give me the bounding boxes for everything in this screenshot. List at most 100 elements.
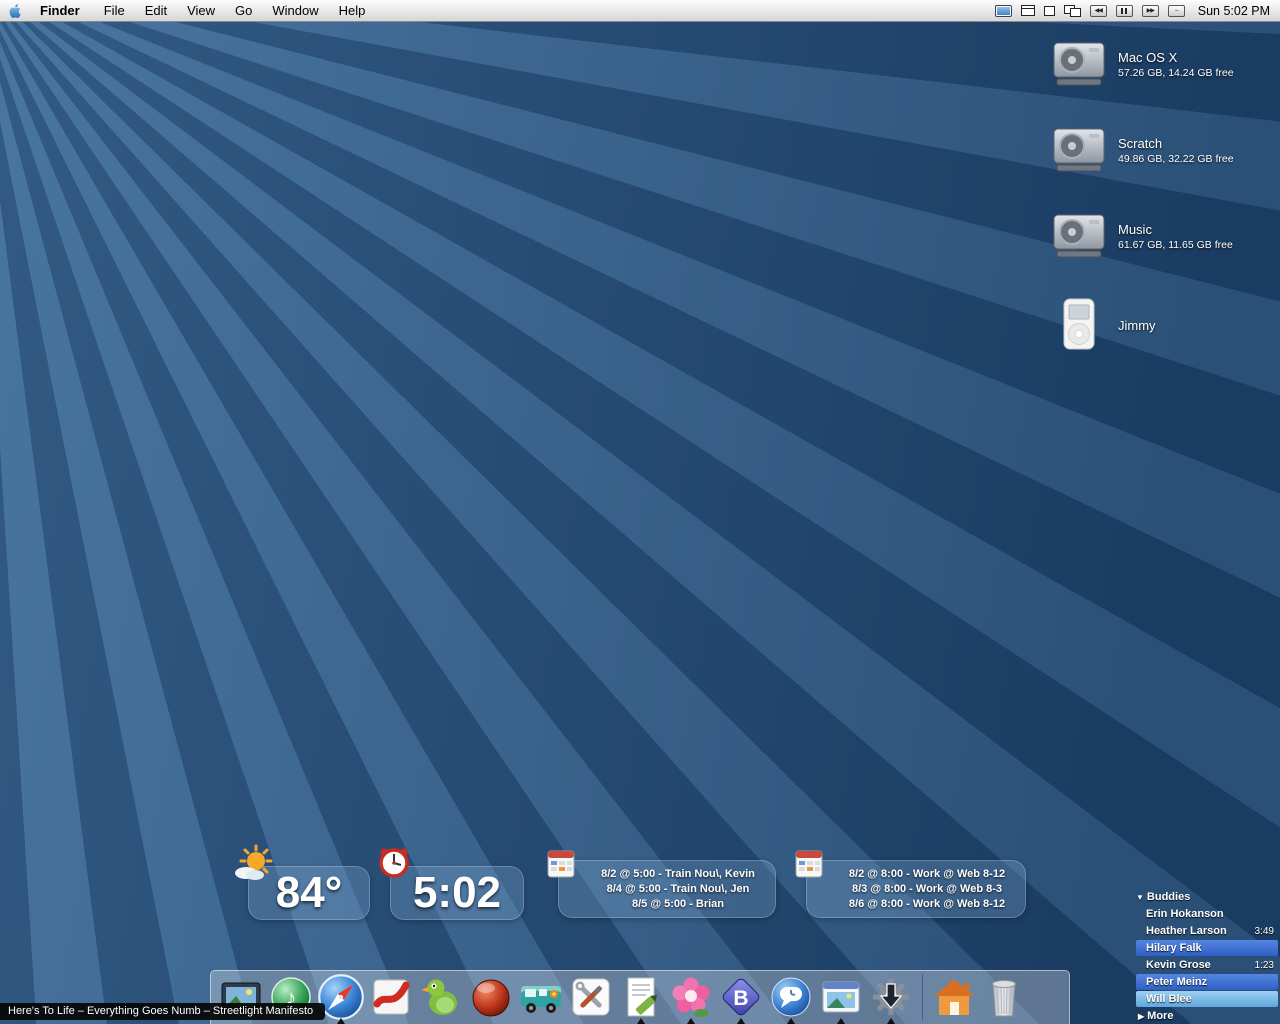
alarm-clock-icon xyxy=(376,844,412,885)
dock-separator xyxy=(922,974,923,1020)
dock: ♪ xyxy=(210,970,1070,1024)
media-pause-button[interactable] xyxy=(1116,5,1133,17)
calendar-widget-2[interactable]: 8/2 @ 8:00 - Work @ Web 8-12 8/3 @ 8:00 … xyxy=(806,860,1026,918)
menu-item-go[interactable]: Go xyxy=(225,0,262,21)
menu-item-help[interactable]: Help xyxy=(329,0,376,21)
media-next-button[interactable]: ▶▶ xyxy=(1142,5,1159,17)
buddy-row[interactable]: Peter Meinz xyxy=(1136,974,1278,990)
svg-text:B: B xyxy=(733,987,748,1010)
red-sphere-app-icon xyxy=(468,974,514,1020)
dock-item-van[interactable] xyxy=(516,972,566,1022)
dock-item-trash[interactable] xyxy=(979,972,1029,1022)
flower-app-icon xyxy=(668,974,714,1020)
menu-item-view[interactable]: View xyxy=(177,0,225,21)
menu-bar-clock[interactable]: Sun 5:02 PM xyxy=(1194,4,1270,18)
menu-item-window[interactable]: Window xyxy=(262,0,328,21)
calendar-event: 8/4 @ 5:00 - Train Nou\, Jen xyxy=(586,882,770,897)
running-indicator xyxy=(887,1018,895,1024)
apple-menu[interactable] xyxy=(0,3,30,19)
desktop-icon-scratch[interactable]: Scratch 49.86 GB, 32.22 GB free xyxy=(1050,126,1276,174)
volume-info: 49.86 GB, 32.22 GB free xyxy=(1118,153,1234,165)
desktop-icon-jimmy[interactable]: Jimmy xyxy=(1050,296,1276,354)
calendar-widget-1[interactable]: 8/2 @ 5:00 - Train Nou\, Kevin 8/4 @ 5:0… xyxy=(558,860,776,918)
running-indicator xyxy=(787,1018,795,1024)
dock-item-adium[interactable] xyxy=(416,972,466,1022)
dock-item-slideshow[interactable] xyxy=(816,972,866,1022)
calendar-event: 8/3 @ 8:00 - Work @ Web 8-3 xyxy=(834,882,1020,897)
volume-name: Music xyxy=(1118,222,1233,237)
adium-duck-icon xyxy=(418,974,464,1020)
van-icon xyxy=(518,974,564,1020)
volume-name: Jimmy xyxy=(1118,318,1156,333)
now-playing-text: Here's To Life – Everything Goes Numb – … xyxy=(8,1005,313,1017)
buddy-row[interactable]: Will Blee xyxy=(1136,991,1278,1007)
buddy-row[interactable]: Kevin Grose 1:23 xyxy=(1136,957,1278,973)
calendar-events: 8/2 @ 5:00 - Train Nou\, Kevin 8/4 @ 5:0… xyxy=(558,860,776,912)
menu-item-edit[interactable]: Edit xyxy=(135,0,177,21)
buddy-name: Hilary Falk xyxy=(1146,942,1202,954)
volume-info: 61.67 GB, 11.65 GB free xyxy=(1118,239,1233,251)
calendar-event: 8/2 @ 5:00 - Train Nou\, Kevin xyxy=(586,867,770,882)
dock-item-mail[interactable] xyxy=(366,972,416,1022)
volume-name: Mac OS X xyxy=(1118,50,1234,65)
menu-item-finder[interactable]: Finder xyxy=(30,0,94,21)
hard-drive-icon xyxy=(1050,40,1108,88)
text-editor-icon xyxy=(618,974,664,1020)
calendar-event: 8/6 @ 8:00 - Work @ Web 8-12 xyxy=(834,897,1020,912)
dock-item-tools[interactable] xyxy=(566,972,616,1022)
buddy-name: Will Blee xyxy=(1146,993,1192,1005)
dock-item-flower-app[interactable] xyxy=(666,972,716,1022)
buddy-row[interactable]: Erin Hokanson xyxy=(1136,906,1278,922)
script-menu-icon[interactable] xyxy=(1044,6,1055,16)
dock-item-chat[interactable] xyxy=(766,972,816,1022)
clock-widget[interactable]: 5:02 xyxy=(390,866,524,920)
dock-item-red-sphere-app[interactable] xyxy=(466,972,516,1022)
media-previous-button[interactable]: ◀◀ xyxy=(1090,5,1107,17)
calendar-event: 8/5 @ 5:00 - Brian xyxy=(586,897,770,912)
ipod-icon xyxy=(1050,296,1108,354)
volume-name: Scratch xyxy=(1118,136,1234,151)
menu-items: Finder File Edit View Go Window Help xyxy=(30,0,375,21)
buddy-name: Peter Meinz xyxy=(1146,976,1207,988)
sun-cloud-icon xyxy=(232,844,278,889)
chat-icon xyxy=(768,974,814,1020)
buddy-row[interactable]: Heather Larson 3:49 xyxy=(1136,923,1278,939)
buddy-list-header[interactable]: ▼ Buddies xyxy=(1136,889,1278,906)
calendar-events: 8/2 @ 8:00 - Work @ Web 8-12 8/3 @ 8:00 … xyxy=(806,860,1026,912)
buddy-list-more[interactable]: ▶ More xyxy=(1136,1008,1278,1022)
buddy-list-title: Buddies xyxy=(1147,891,1190,903)
buddy-name: Heather Larson xyxy=(1146,925,1227,937)
apple-logo-icon xyxy=(8,3,23,19)
gear-download-icon xyxy=(868,974,914,1020)
calendar-icon xyxy=(792,846,826,885)
running-indicator xyxy=(637,1018,645,1024)
trash-icon xyxy=(981,974,1027,1020)
buddy-list-widget: ▼ Buddies Erin Hokanson Heather Larson 3… xyxy=(1136,889,1278,1022)
weather-widget[interactable]: 84° xyxy=(248,866,370,920)
displays-menu-icon[interactable] xyxy=(995,5,1012,17)
more-label: More xyxy=(1147,1010,1173,1022)
volume-info: 57.26 GB, 14.24 GB free xyxy=(1118,67,1234,79)
menu-bar: Finder File Edit View Go Window Help ◀◀ … xyxy=(0,0,1280,22)
bbedit-icon: B xyxy=(718,974,764,1020)
buddy-idle-time: 3:49 xyxy=(1255,926,1274,937)
hard-drive-icon xyxy=(1050,126,1108,174)
desktop-icon-macosx[interactable]: Mac OS X 57.26 GB, 14.24 GB free xyxy=(1050,40,1276,88)
home-folder-icon xyxy=(931,974,977,1020)
desktop-icon-music[interactable]: Music 61.67 GB, 11.65 GB free xyxy=(1050,212,1276,260)
windows-overlap-icon[interactable] xyxy=(1064,5,1081,17)
dock-item-gear-download[interactable] xyxy=(866,972,916,1022)
running-indicator xyxy=(337,1018,345,1024)
slideshow-icon xyxy=(818,974,864,1020)
eject-menu-icon[interactable]: – xyxy=(1168,5,1185,17)
buddy-row[interactable]: Hilary Falk xyxy=(1136,940,1278,956)
dock-item-text-editor[interactable] xyxy=(616,972,666,1022)
menu-item-file[interactable]: File xyxy=(94,0,135,21)
calendar-icon xyxy=(544,846,578,885)
now-playing-bar: Here's To Life – Everything Goes Numb – … xyxy=(0,1003,325,1020)
window-menu-icon[interactable] xyxy=(1021,5,1035,16)
buddy-name: Erin Hokanson xyxy=(1146,908,1224,920)
dock-item-bbedit[interactable]: B xyxy=(716,972,766,1022)
dock-item-home-folder[interactable] xyxy=(929,972,979,1022)
buddy-idle-time: 1:23 xyxy=(1255,960,1274,971)
